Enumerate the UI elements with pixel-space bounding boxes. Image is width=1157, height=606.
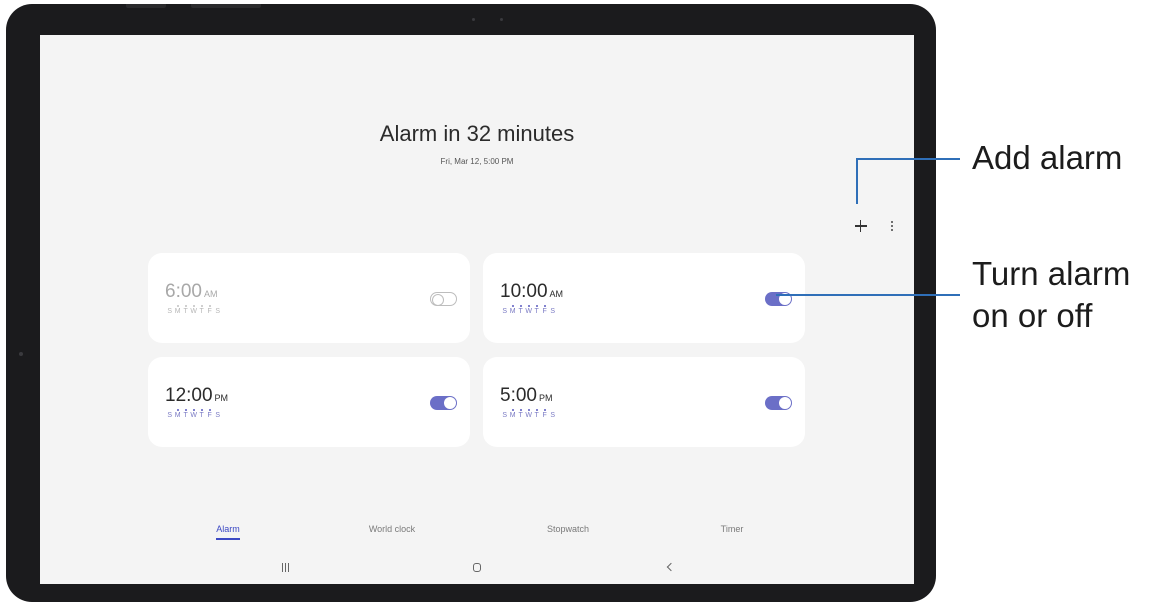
- power-button: [191, 4, 261, 8]
- sensor-dot: [500, 18, 503, 21]
- alarm-repeat-days: SMTWTFS: [167, 305, 221, 315]
- recent-apps-icon[interactable]: [282, 563, 290, 572]
- side-sensor: [19, 352, 23, 356]
- alarm-repeat-days: SMTWTFS: [167, 409, 221, 419]
- callout-toggle-line2: on or off: [972, 297, 1093, 334]
- back-icon[interactable]: [665, 562, 675, 572]
- alarm-card[interactable]: 12:00 PM SMTWTFS: [148, 357, 470, 447]
- alarm-repeat-days: SMTWTFS: [502, 305, 556, 315]
- clock-app-screen: Alarm in 32 minutes Fri, Mar 12, 5:00 PM…: [40, 35, 914, 584]
- alarm-time: 12:00 PM: [165, 385, 229, 406]
- tab-timer[interactable]: Timer: [672, 524, 792, 534]
- alarm-card[interactable]: 10:00 AM SMTWTFS: [483, 253, 805, 343]
- system-navigation-bar: [40, 559, 914, 579]
- tab-stopwatch[interactable]: Stopwatch: [508, 524, 628, 534]
- alarm-repeat-days: SMTWTFS: [502, 409, 556, 419]
- bottom-tab-bar: Alarm World clock Stopwatch Timer: [40, 524, 914, 544]
- alarm-card[interactable]: 5:00 PM SMTWTFS: [483, 357, 805, 447]
- front-camera: [472, 18, 475, 21]
- callout-line-add-alarm: [856, 158, 960, 160]
- tab-alarm[interactable]: Alarm: [168, 524, 288, 540]
- next-alarm-title: Alarm in 32 minutes: [379, 121, 575, 146]
- active-tab-indicator: [216, 538, 240, 540]
- callout-line-toggle: [776, 294, 960, 296]
- callout-line-add-alarm-vertical: [856, 158, 858, 204]
- next-alarm-date: Fri, Mar 12, 5:00 PM: [440, 157, 514, 166]
- callout-toggle-line1: Turn alarm: [972, 255, 1131, 292]
- home-icon[interactable]: [473, 563, 481, 572]
- callout-add-alarm: Add alarm: [972, 139, 1123, 176]
- alarm-time: 5:00 PM: [500, 385, 553, 406]
- alarm-toggle[interactable]: [765, 396, 792, 410]
- alarm-time: 10:00 AM: [500, 281, 564, 302]
- alarm-time: 6:00 AM: [165, 281, 218, 302]
- alarm-toggle[interactable]: [430, 292, 457, 306]
- alarm-toggle[interactable]: [430, 396, 457, 410]
- tab-world-clock[interactable]: World clock: [332, 524, 452, 534]
- tablet-frame: Alarm in 32 minutes Fri, Mar 12, 5:00 PM…: [6, 4, 936, 602]
- plus-icon[interactable]: [853, 218, 869, 234]
- more-vertical-icon[interactable]: [889, 219, 895, 233]
- alarm-card[interactable]: 6:00 AM SMTWTFS: [148, 253, 470, 343]
- volume-button: [126, 4, 166, 8]
